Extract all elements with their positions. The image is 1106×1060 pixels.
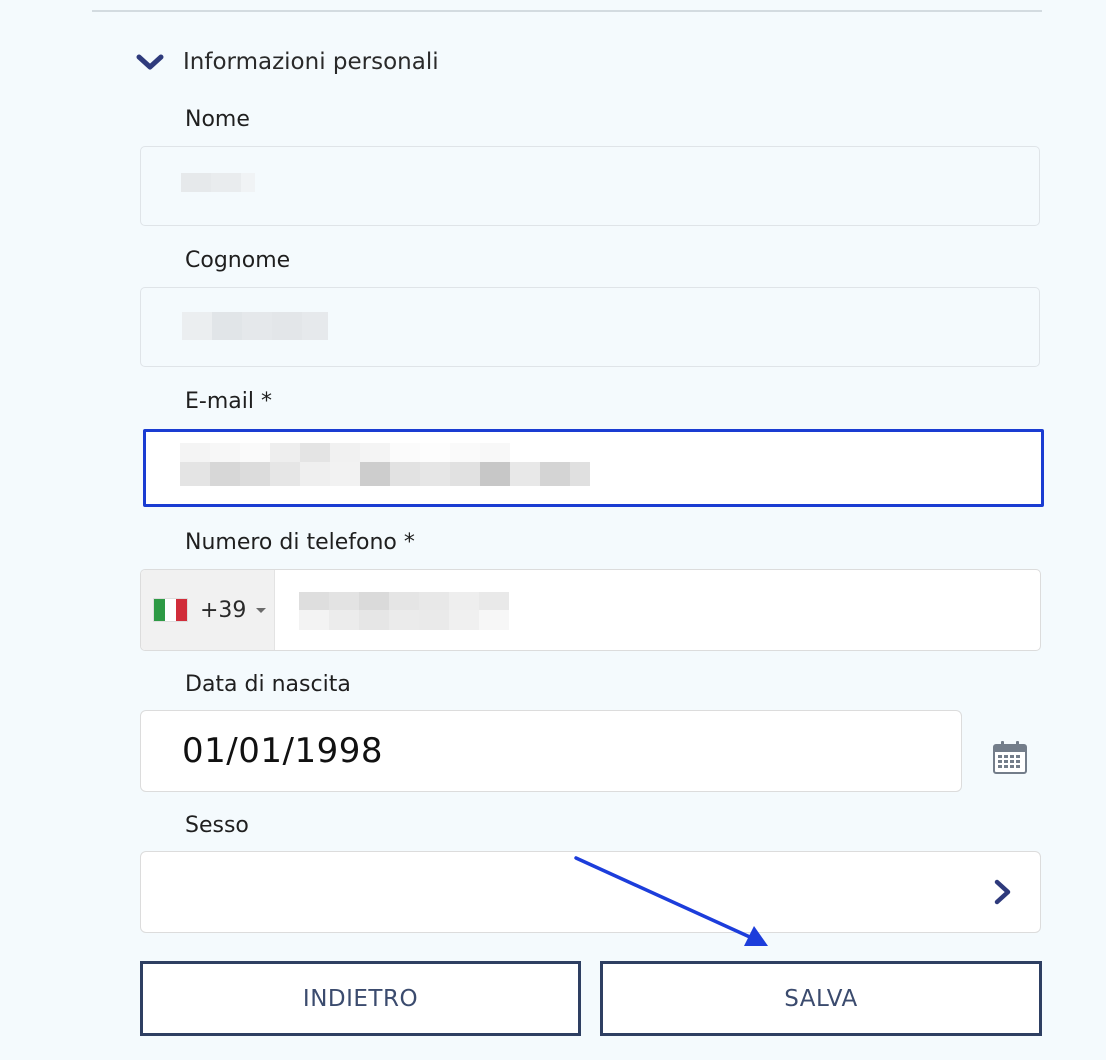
chevron-down-icon (136, 52, 164, 72)
first-name-input[interactable] (140, 146, 1040, 226)
birth-date-value: 01/01/1998 (182, 731, 383, 771)
redacted-last-name (182, 312, 328, 340)
back-button[interactable]: INDIETRO (140, 961, 581, 1036)
redacted-first-name (181, 173, 255, 192)
birth-date-input[interactable]: 01/01/1998 (140, 710, 962, 792)
email-label: E-mail * (185, 389, 272, 414)
chevron-right-icon (992, 878, 1014, 906)
phone-number-input[interactable] (274, 570, 1040, 650)
redacted-email-bottom (180, 462, 590, 486)
gender-select[interactable] (140, 851, 1041, 933)
caret-down-icon (256, 607, 267, 613)
top-divider (92, 10, 1042, 12)
birth-date-label: Data di nascita (185, 672, 351, 697)
calendar-icon[interactable] (990, 740, 1030, 776)
italy-flag-icon (154, 599, 187, 621)
save-button[interactable]: SALVA (600, 961, 1042, 1036)
phone-input-group: +39 (140, 569, 1041, 651)
personal-info-section-toggle[interactable]: Informazioni personali (136, 44, 439, 80)
email-input[interactable] (143, 429, 1044, 507)
dial-code: +39 (200, 597, 247, 623)
redacted-email-top (180, 443, 510, 462)
gender-label: Sesso (185, 813, 249, 838)
first-name-label: Nome (185, 107, 250, 132)
section-title: Informazioni personali (183, 49, 439, 75)
last-name-input[interactable] (140, 287, 1040, 367)
country-code-select[interactable]: +39 (141, 570, 275, 650)
redacted-phone-top (299, 592, 509, 610)
phone-label: Numero di telefono * (185, 530, 415, 555)
redacted-phone-bottom (299, 610, 509, 630)
last-name-label: Cognome (185, 248, 291, 273)
